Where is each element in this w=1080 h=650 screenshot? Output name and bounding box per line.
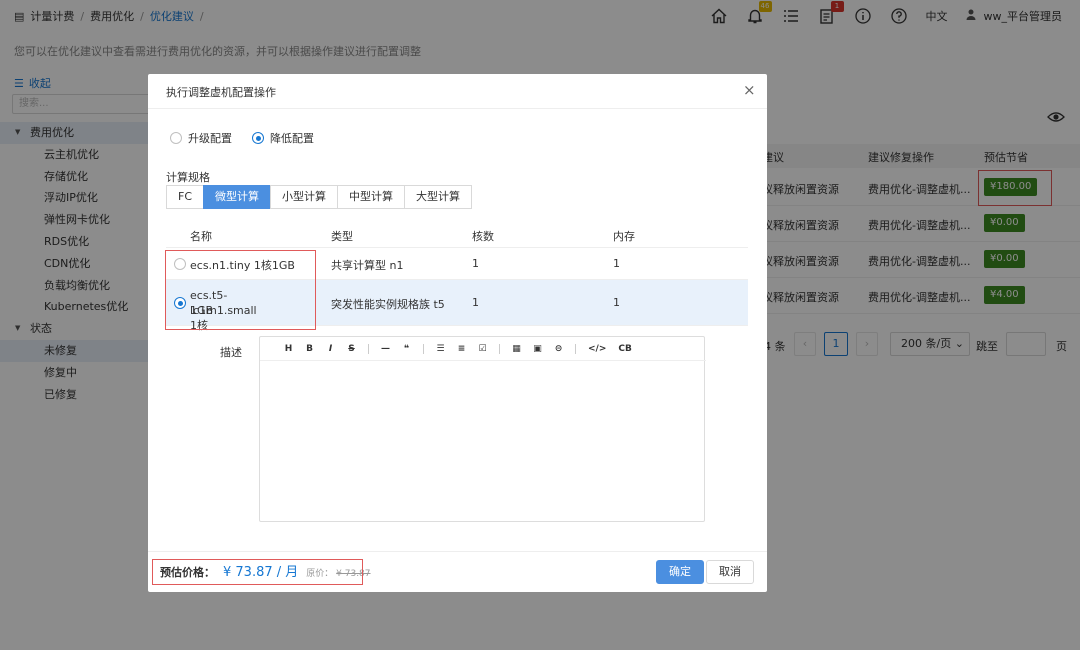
bold-icon[interactable]: B [305,344,314,354]
desc-label: 描述 [220,346,242,359]
link-icon[interactable]: ⊝ [554,344,563,354]
radio-label: 降低配置 [270,132,314,145]
toolbar-divider [423,343,424,354]
bullet-list-icon[interactable]: ☰ [436,344,445,354]
toolbar-divider [575,343,576,354]
toolbar-divider [368,343,369,354]
spec-label: 计算规格 [166,171,210,184]
col-type: 类型 [331,230,353,243]
cancel-button[interactable]: 取消 [706,560,754,584]
radio-circle [170,132,182,144]
radio-label: 升级配置 [188,132,232,145]
horizontal-rule-icon[interactable]: — [381,344,390,354]
tab-medium[interactable]: 中型计算 [337,185,406,209]
dialog-title: 执行调整虚机配置操作 [166,86,276,99]
highlight-box-price [152,559,363,585]
ordered-list-icon[interactable]: ≡ [457,344,466,354]
resize-vm-dialog: 执行调整虚机配置操作 × 升级配置 降低配置 计算规格 FC 微型计算 小型计算… [148,74,767,592]
col-memory: 内存 [613,230,635,243]
highlight-box-selection [165,250,316,330]
confirm-button[interactable]: 确定 [656,560,704,584]
spec-tabs: FC 微型计算 小型计算 中型计算 大型计算 [166,185,473,209]
cell-memory: 1 [613,296,620,309]
heading-icon[interactable]: H [284,344,293,354]
toolbar-divider [499,343,500,354]
close-icon[interactable]: × [743,83,756,98]
tab-micro[interactable]: 微型计算 [203,185,272,209]
cell-cores: 1 [472,257,479,270]
footer-divider [148,551,767,552]
italic-icon[interactable]: I [326,344,335,354]
resize-mode-radio-group: 升级配置 降低配置 [170,130,314,146]
col-cores: 核数 [472,230,494,243]
radio-upgrade[interactable]: 升级配置 [170,130,232,146]
radio-circle-checked [252,132,264,144]
spec-table-header: 名称 类型 核数 内存 [166,222,748,248]
col-name: 名称 [190,230,212,243]
task-list-icon[interactable]: ☑ [478,344,487,354]
tab-large[interactable]: 大型计算 [404,185,473,209]
tab-small[interactable]: 小型计算 [270,185,339,209]
editor-toolbar: H B I S — ❝ ☰ ≡ ☑ ▦ ▣ ⊝ </> CB [260,337,706,361]
cell-type: 共享计算型 n1 [331,259,404,272]
code-block-icon[interactable]: CB [618,344,631,354]
rich-text-editor[interactable]: H B I S — ❝ ☰ ≡ ☑ ▦ ▣ ⊝ </> CB [259,336,706,522]
cell-cores: 1 [472,296,479,309]
quote-icon[interactable]: ❝ [402,344,411,354]
tab-fc[interactable]: FC [166,185,205,209]
code-icon[interactable]: </> [588,344,606,354]
dialog-divider [148,108,767,109]
image-icon[interactable]: ▣ [533,344,542,354]
table-icon[interactable]: ▦ [512,344,521,354]
cell-type: 突发性能实例规格族 t5 [331,298,445,311]
cell-memory: 1 [613,257,620,270]
radio-downgrade[interactable]: 降低配置 [252,130,314,146]
strikethrough-icon[interactable]: S [347,344,356,354]
